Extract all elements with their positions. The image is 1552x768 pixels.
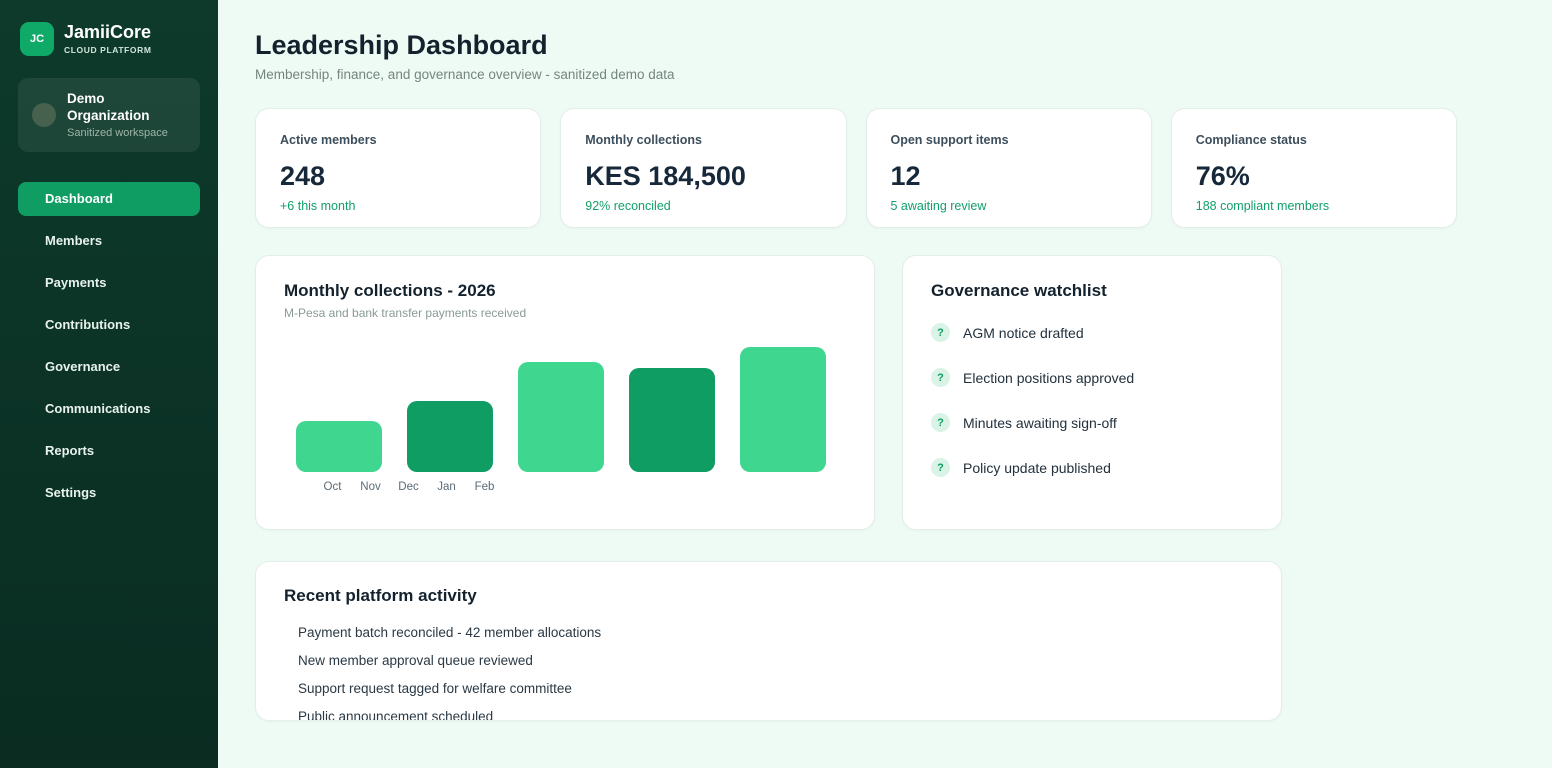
- stat-label: Monthly collections: [585, 133, 821, 147]
- stat-value: 248: [280, 161, 516, 192]
- page-title: Leadership Dashboard: [255, 30, 1552, 61]
- sidebar-item-contributions[interactable]: Contributions: [18, 308, 200, 342]
- stats-row: Active members 248 +6 this month Monthly co…: [255, 108, 1457, 228]
- middle-row: Monthly collections - 2026 M-Pesa and ba…: [255, 255, 1282, 530]
- main-content: Leadership Dashboard Membership, finance…: [218, 0, 1552, 768]
- x-axis-label: Nov: [352, 481, 389, 493]
- sidebar-item-label: Settings: [45, 485, 96, 500]
- x-axis-label: Oct: [314, 481, 351, 493]
- sidebar-item-members[interactable]: Members: [18, 224, 200, 258]
- stat-sub: 188 compliant members: [1196, 199, 1432, 213]
- stat-label: Open support items: [891, 133, 1127, 147]
- brand-subtitle: CLOUD PLATFORM: [64, 45, 152, 55]
- org-switcher[interactable]: Demo Organization Sanitized workspace: [18, 78, 200, 152]
- bar-chart: [284, 347, 846, 472]
- brand-logo-icon: JC: [20, 22, 54, 56]
- sidebar-item-label: Reports: [45, 443, 94, 458]
- x-axis-label: Feb: [466, 481, 503, 493]
- brand-title: JamiiCore: [64, 23, 152, 43]
- recent-activity-card: Recent platform activity Payment batch r…: [255, 561, 1282, 721]
- sidebar-item-dashboard[interactable]: Dashboard: [18, 182, 200, 216]
- bar-oct: [296, 421, 382, 472]
- page-subtitle: Membership, finance, and governance over…: [255, 67, 1552, 82]
- org-name: Demo Organization: [67, 91, 186, 125]
- sidebar-item-label: Members: [45, 233, 102, 248]
- watchlist-title: Governance watchlist: [931, 281, 1253, 301]
- question-icon: ?: [931, 323, 950, 342]
- stat-card-compliance-status: Compliance status 76% 188 compliant member…: [1171, 108, 1457, 228]
- activity-item: Payment batch reconciled - 42 member all…: [298, 619, 1253, 647]
- stat-value: KES 184,500: [585, 161, 821, 192]
- watchlist-item-label: AGM notice drafted: [963, 325, 1084, 341]
- watchlist-items: ? AGM notice drafted? Election positions a…: [931, 323, 1253, 477]
- sidebar-item-communications[interactable]: Communications: [18, 392, 200, 426]
- stat-card-monthly-collections: Monthly collections KES 184,500 92% reconc…: [560, 108, 846, 228]
- collections-chart-card: Monthly collections - 2026 M-Pesa and ba…: [255, 255, 875, 530]
- watchlist-item-label: Policy update published: [963, 460, 1111, 476]
- sidebar: JC JamiiCore CLOUD PLATFORM Demo Organiz…: [0, 0, 218, 768]
- stat-label: Active members: [280, 133, 516, 147]
- chart-title: Monthly collections - 2026: [284, 281, 846, 301]
- sidebar-item-label: Payments: [45, 275, 106, 290]
- chart-subtitle: M-Pesa and bank transfer payments receiv…: [284, 306, 846, 320]
- x-axis-label: Jan: [428, 481, 465, 493]
- activity-list: Payment batch reconciled - 42 member all…: [284, 619, 1253, 721]
- stat-sub: +6 this month: [280, 199, 516, 213]
- org-avatar: [32, 103, 56, 127]
- question-icon: ?: [931, 413, 950, 432]
- stat-sub: 92% reconciled: [585, 199, 821, 213]
- sidebar-item-governance[interactable]: Governance: [18, 350, 200, 384]
- question-icon: ?: [931, 458, 950, 477]
- bar-chart-labels: OctNovDecJanFeb: [314, 481, 846, 493]
- question-icon: ?: [931, 368, 950, 387]
- x-axis-label: Dec: [390, 481, 427, 493]
- activity-item: New member approval queue reviewed: [298, 647, 1253, 675]
- watchlist-item: ? Minutes awaiting sign-off: [931, 413, 1253, 432]
- sidebar-item-payments[interactable]: Payments: [18, 266, 200, 300]
- activity-item: Support request tagged for welfare commi…: [298, 675, 1253, 703]
- watchlist-item-label: Election positions approved: [963, 370, 1134, 386]
- sidebar-item-settings[interactable]: Settings: [18, 476, 200, 510]
- sidebar-item-label: Governance: [45, 359, 120, 374]
- stat-label: Compliance status: [1196, 133, 1432, 147]
- activity-title: Recent platform activity: [284, 586, 1253, 606]
- stat-value: 12: [891, 161, 1127, 192]
- watchlist-item: ? AGM notice drafted: [931, 323, 1253, 342]
- watchlist-item: ? Election positions approved: [931, 368, 1253, 387]
- sidebar-item-label: Contributions: [45, 317, 130, 332]
- stat-value: 76%: [1196, 161, 1432, 192]
- bar-feb: [740, 347, 826, 472]
- bar-dec: [518, 362, 604, 472]
- sidebar-nav: Dashboard Members Payments Contributions Gov…: [0, 182, 218, 510]
- stat-card-active-members: Active members 248 +6 this month: [255, 108, 541, 228]
- activity-item: Public announcement scheduled: [298, 703, 1253, 721]
- watchlist-item: ? Policy update published: [931, 458, 1253, 477]
- stat-sub: 5 awaiting review: [891, 199, 1127, 213]
- watchlist-item-label: Minutes awaiting sign-off: [963, 415, 1117, 431]
- sidebar-item-label: Communications: [45, 401, 150, 416]
- sidebar-item-label: Dashboard: [45, 191, 113, 206]
- stat-card-open-support-items: Open support items 12 5 awaiting review: [866, 108, 1152, 228]
- brand: JC JamiiCore CLOUD PLATFORM: [0, 0, 218, 70]
- org-description: Sanitized workspace: [67, 127, 186, 139]
- bar-jan: [629, 368, 715, 472]
- bar-nov: [407, 401, 493, 472]
- sidebar-item-reports[interactable]: Reports: [18, 434, 200, 468]
- governance-watchlist-card: Governance watchlist ? AGM notice drafted…: [902, 255, 1282, 530]
